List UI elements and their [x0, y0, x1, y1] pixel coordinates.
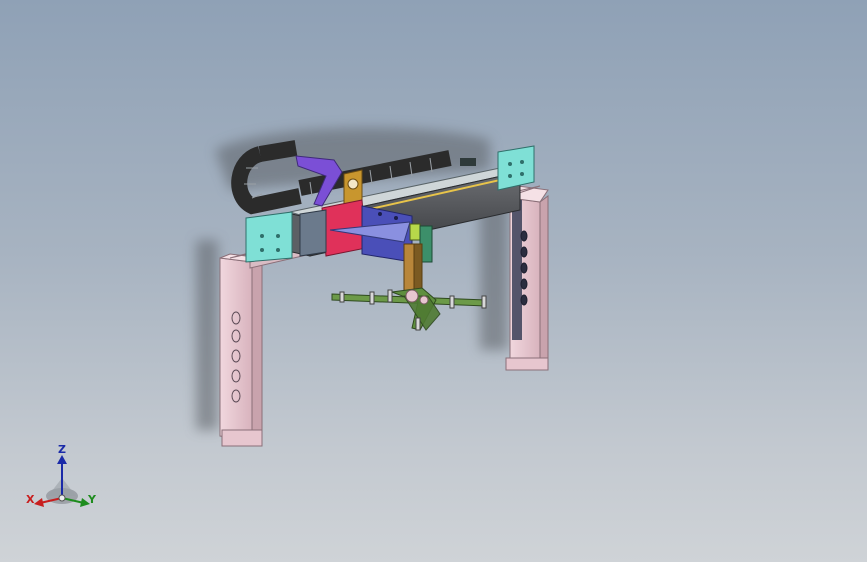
- cad-graphics-viewport[interactable]: Z X Y: [0, 0, 867, 562]
- reference-triad[interactable]: Z X Y: [22, 440, 102, 520]
- triad-x-label: X: [26, 493, 35, 506]
- gripper-assembly[interactable]: [331, 287, 487, 331]
- gantry-robot-model[interactable]: [0, 0, 867, 562]
- end-plate-right[interactable]: [497, 145, 535, 191]
- right-leg[interactable]: [505, 185, 549, 371]
- triad-z-label: Z: [58, 443, 66, 456]
- triad-y-label: Y: [88, 493, 96, 506]
- end-plate-left[interactable]: [245, 211, 293, 263]
- left-leg[interactable]: [219, 253, 263, 447]
